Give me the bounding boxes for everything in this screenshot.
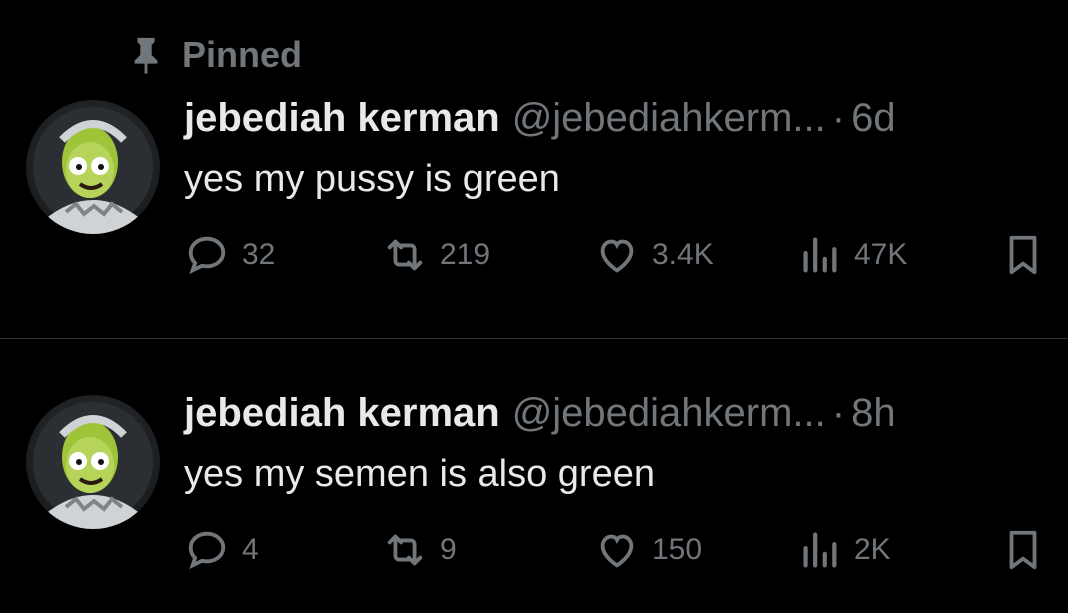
views-button[interactable]: 2K — [796, 527, 891, 573]
display-name[interactable]: jebediah kerman — [184, 391, 500, 436]
retweet-count: 219 — [440, 238, 491, 271]
tweet-text: yes my semen is also green — [184, 453, 655, 495]
tweet-divider — [0, 338, 1068, 339]
reply-icon — [188, 531, 226, 570]
timestamp[interactable]: 6d — [851, 96, 896, 141]
pin-icon — [134, 37, 158, 74]
avatar[interactable] — [26, 100, 160, 234]
tweet-header: jebediah kerman @jebediahkerm... · 8h — [184, 391, 896, 436]
reply-button[interactable]: 32 — [184, 232, 275, 278]
like-button[interactable]: 150 — [594, 527, 702, 573]
like-button[interactable]: 3.4K — [594, 232, 714, 278]
retweet-icon — [387, 239, 423, 271]
pinned-label: Pinned — [182, 34, 303, 75]
view-count: 2K — [854, 533, 891, 566]
reply-icon — [188, 236, 226, 275]
display-name[interactable]: jebediah kerman — [184, 96, 500, 141]
tweet-actions: 4 9 150 2K — [184, 527, 1050, 577]
retweet-icon — [387, 534, 423, 566]
bookmark-icon — [1009, 530, 1037, 570]
like-count: 150 — [652, 533, 703, 566]
retweet-count: 9 — [440, 533, 457, 566]
views-icon — [803, 532, 837, 568]
tweet-header: jebediah kerman @jebediahkerm... · 6d — [184, 96, 896, 141]
retweet-button[interactable]: 9 — [382, 527, 457, 573]
like-count: 3.4K — [652, 238, 714, 271]
bookmark-button[interactable] — [1000, 232, 1046, 278]
tweet-actions: 32 219 3.4K 47K — [184, 232, 1050, 282]
tweet-text: yes my pussy is green — [184, 158, 560, 200]
heart-icon — [600, 239, 634, 273]
views-icon — [803, 237, 837, 273]
pinned-indicator: Pinned — [128, 34, 302, 76]
reply-count: 4 — [242, 533, 259, 566]
views-button[interactable]: 47K — [796, 232, 907, 278]
reply-button[interactable]: 4 — [184, 527, 259, 573]
separator: · — [831, 96, 846, 140]
retweet-button[interactable]: 219 — [382, 232, 490, 278]
bookmark-icon — [1009, 235, 1037, 275]
avatar[interactable] — [26, 395, 160, 529]
user-handle[interactable]: @jebediahkerm... — [512, 391, 826, 436]
bookmark-button[interactable] — [1000, 527, 1046, 573]
heart-icon — [600, 534, 634, 568]
separator: · — [831, 391, 846, 435]
reply-count: 32 — [242, 238, 276, 271]
view-count: 47K — [854, 238, 908, 271]
user-handle[interactable]: @jebediahkerm... — [512, 96, 826, 141]
timestamp[interactable]: 8h — [851, 391, 896, 436]
